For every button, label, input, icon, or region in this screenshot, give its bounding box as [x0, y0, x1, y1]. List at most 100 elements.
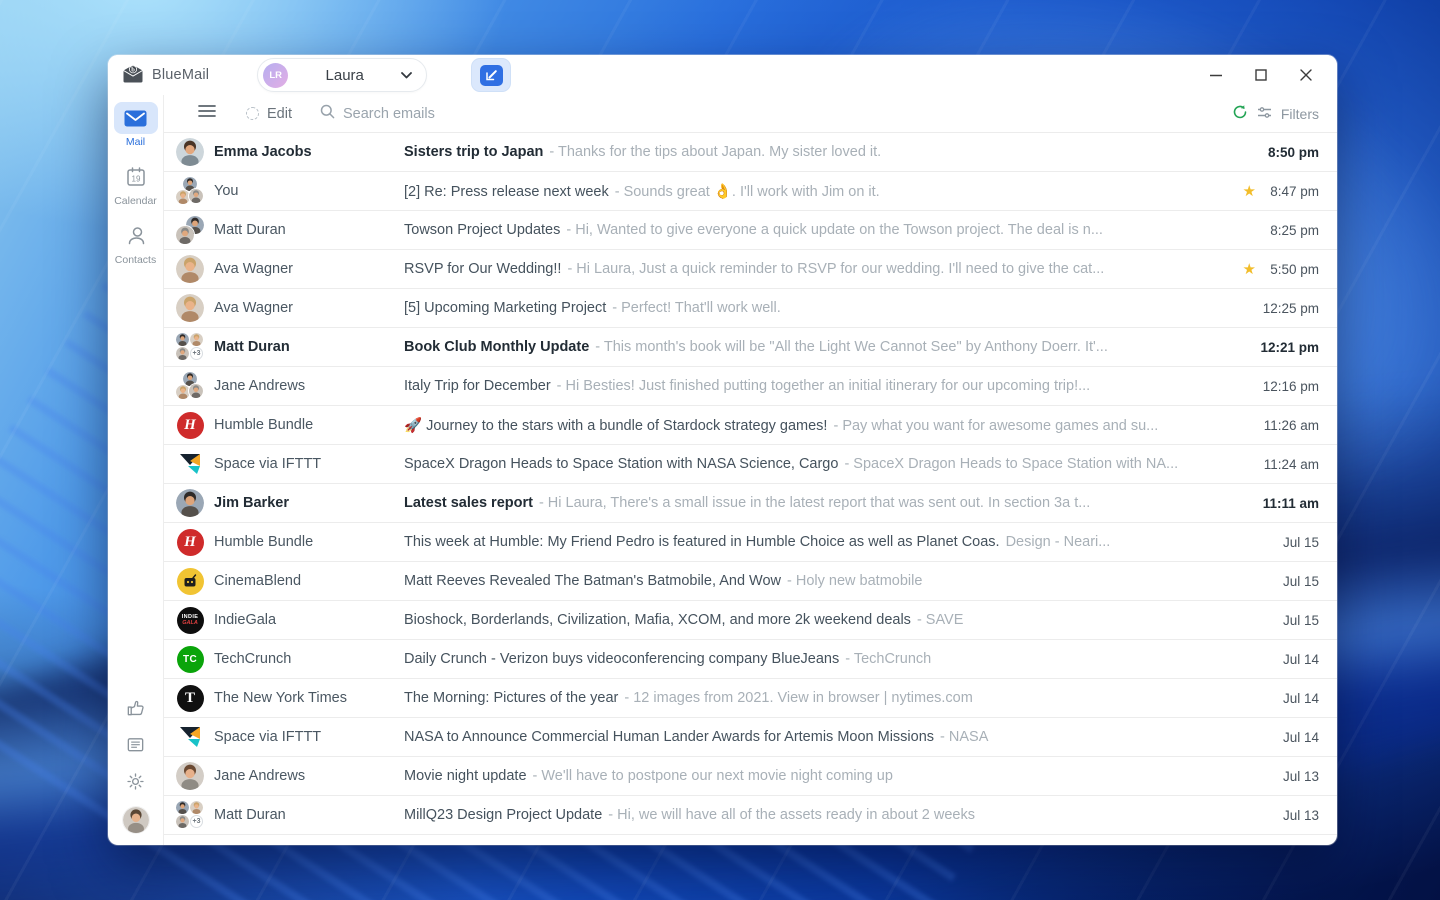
sender-avatar[interactable]	[176, 255, 204, 283]
email-time: 11:24 am	[1263, 456, 1319, 472]
email-row[interactable]: +3 Matt Duran Book Club Monthly Update - …	[164, 328, 1337, 367]
email-subject: Sisters trip to Japan	[404, 144, 544, 160]
hamburger-menu-icon[interactable]	[198, 104, 216, 123]
email-row[interactable]: Jim Barker Latest sales report - Hi Laura…	[164, 484, 1337, 523]
sender-avatar[interactable]	[176, 177, 204, 205]
thumbs-up-icon[interactable]	[125, 696, 147, 718]
window-body: Mail 19 Calendar Contacts Edit Search em…	[108, 95, 1337, 845]
email-row[interactable]: T The New York Times The Morning: Pictur…	[164, 679, 1337, 718]
email-snippet: - Thanks for the tips about Japan. My si…	[549, 144, 882, 160]
email-row[interactable]: H Humble Bundle This week at Humble: My …	[164, 523, 1337, 562]
email-subject: Latest sales report	[404, 495, 533, 511]
toolbar-right: Filters	[1232, 104, 1319, 123]
email-time: Jul 14	[1282, 651, 1319, 667]
app-title: BlueMail	[152, 67, 210, 83]
close-button[interactable]	[1297, 66, 1315, 84]
email-sender: TechCrunch	[214, 651, 292, 667]
email-snippet: - We'll have to postpone our next movie …	[532, 768, 893, 784]
sidebar-item-contacts[interactable]: Contacts	[112, 220, 160, 266]
email-row[interactable]: Ava Wagner RSVP for Our Wedding!! - Hi La…	[164, 250, 1337, 289]
email-snippet: - NASA	[940, 729, 989, 745]
account-avatar: LR	[263, 62, 289, 88]
svg-text:b: b	[131, 66, 135, 73]
sender-avatar[interactable]	[176, 216, 204, 244]
email-sender: CinemaBlend	[214, 573, 302, 589]
sidebar-item-calendar[interactable]: 19 Calendar	[112, 161, 160, 207]
email-row[interactable]: TC TechCrunch Daily Crunch - Verizon buy…	[164, 640, 1337, 679]
email-snippet: - TechCrunch	[845, 651, 932, 667]
bluemail-window: b BlueMail LR Laura Mail 19 Calendar Con…	[108, 55, 1337, 845]
sender-avatar[interactable]: T	[176, 684, 204, 712]
email-time: 12:21 pm	[1260, 339, 1319, 355]
email-meta: Jul 15	[1261, 613, 1319, 628]
gear-icon[interactable]	[125, 770, 147, 792]
email-row[interactable]: H Humble Bundle 🚀 Journey to the stars w…	[164, 406, 1337, 445]
account-switcher[interactable]: LR Laura	[257, 58, 428, 92]
star-icon[interactable]: ★	[1243, 184, 1256, 199]
email-time: 8:25 pm	[1270, 222, 1319, 238]
refresh-icon[interactable]	[1232, 104, 1248, 123]
email-row[interactable]: CinemaBlend Matt Reeves Revealed The Bat…	[164, 562, 1337, 601]
email-row[interactable]: +3 Matt Duran MillQ23 Design Project Upd…	[164, 796, 1337, 835]
email-row[interactable]: Emma Jacobs Sisters trip to Japan - Thank…	[164, 133, 1337, 172]
star-icon[interactable]: ★	[1243, 262, 1256, 277]
sender-avatar[interactable]: +3	[176, 333, 204, 361]
sender-avatar[interactable]	[176, 489, 204, 517]
email-snippet: - Pay what you want for awesome games an…	[833, 417, 1159, 434]
sender-avatar[interactable]	[176, 372, 204, 400]
email-row[interactable]: You [2] Re: Press release next week - Sou…	[164, 172, 1337, 211]
minimize-button[interactable]	[1207, 66, 1225, 84]
email-row[interactable]: Space via IFTTT NASA to Announce Commerc…	[164, 718, 1337, 757]
search-icon	[320, 104, 335, 124]
search-input[interactable]	[343, 105, 573, 122]
email-subject: Book Club Monthly Update	[404, 339, 590, 355]
email-subject-line: Daily Crunch - Verizon buys videoconfere…	[404, 651, 1249, 667]
email-sender: Jim Barker	[214, 495, 289, 511]
sender-avatar[interactable]: H	[176, 411, 204, 439]
email-subject: 🚀 Journey to the stars with a bundle of …	[404, 417, 828, 434]
email-time: 11:11 am	[1262, 495, 1319, 511]
email-subject: RSVP for Our Wedding!!	[404, 261, 562, 277]
sender-avatar[interactable]: H	[176, 528, 204, 556]
sender-avatar[interactable]	[176, 723, 204, 751]
email-subject-line: This week at Humble: My Friend Pedro is …	[404, 534, 1249, 550]
email-sender: The New York Times	[214, 690, 347, 706]
email-time: Jul 14	[1282, 690, 1319, 706]
sender-avatar[interactable]	[176, 138, 204, 166]
email-snippet: - Hi Laura, Just a quick reminder to RSV…	[567, 261, 1105, 277]
email-subject: [2] Re: Press release next week	[404, 183, 609, 200]
filters-label[interactable]: Filters	[1281, 106, 1319, 122]
sender-avatar[interactable]	[176, 567, 204, 595]
email-subject-line: RSVP for Our Wedding!! - Hi Laura, Just a…	[404, 261, 1231, 277]
email-row[interactable]: Ava Wagner [5] Upcoming Marketing Projec…	[164, 289, 1337, 328]
email-meta: ★ 5:50 pm	[1243, 262, 1319, 277]
sender-avatar[interactable]	[176, 762, 204, 790]
email-meta: 8:25 pm	[1261, 223, 1319, 238]
sender-avatar[interactable]	[176, 294, 204, 322]
notes-icon[interactable]	[125, 733, 147, 755]
email-row[interactable]: INDIE GALA IndieGala Bioshock, Borderland…	[164, 601, 1337, 640]
email-snippet: - Perfect! That'll work well.	[612, 300, 781, 316]
email-snippet: - Hi Laura, There's a small issue in the…	[538, 495, 1091, 511]
user-profile-avatar[interactable]	[122, 807, 149, 833]
email-row[interactable]: Jane Andrews Movie night update - We'll h…	[164, 757, 1337, 796]
email-subject-line: Sisters trip to Japan - Thanks for the ti…	[404, 144, 1249, 160]
email-time: 8:50 pm	[1267, 144, 1319, 160]
sender-avatar[interactable]: TC	[176, 645, 204, 673]
compose-button[interactable]	[471, 58, 512, 92]
sidebar-item-mail[interactable]: Mail	[112, 102, 160, 148]
sender-avatar[interactable]	[176, 450, 204, 478]
edit-button[interactable]: Edit	[246, 106, 292, 122]
email-row[interactable]: Space via IFTTT SpaceX Dragon Heads to S…	[164, 445, 1337, 484]
email-list: Emma Jacobs Sisters trip to Japan - Thank…	[164, 133, 1337, 845]
filter-icon[interactable]	[1257, 106, 1272, 122]
sender-avatar[interactable]: +3	[176, 801, 204, 829]
email-row[interactable]: Matt Duran Towson Project Updates - Hi, W…	[164, 211, 1337, 250]
sender-avatar[interactable]: INDIE GALA	[176, 606, 204, 634]
email-subject-line: NASA to Announce Commercial Human Lander…	[404, 729, 1249, 745]
email-row[interactable]: Jane Andrews Italy Trip for December - Hi…	[164, 367, 1337, 406]
sidebar: Mail 19 Calendar Contacts	[108, 95, 164, 845]
email-snippet: - Sounds great 👌. I'll work with Jim on …	[614, 183, 880, 200]
email-subject: This week at Humble: My Friend Pedro is …	[404, 534, 1000, 550]
maximize-button[interactable]	[1252, 66, 1270, 84]
